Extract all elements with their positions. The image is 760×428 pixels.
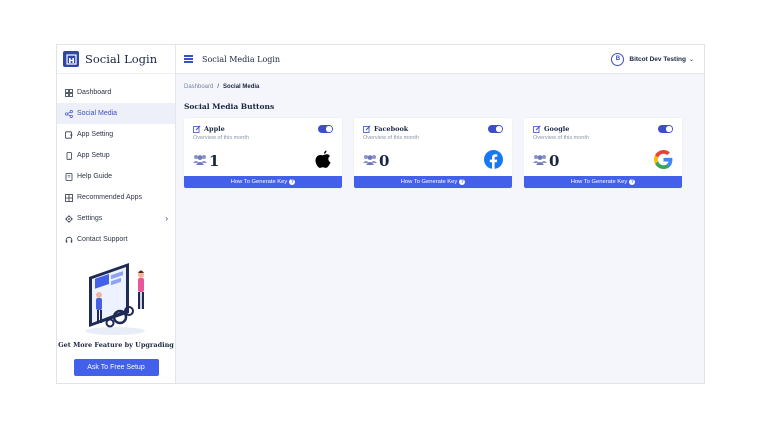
app-setting-icon <box>64 130 73 139</box>
question-icon: ? <box>629 179 636 185</box>
google-toggle[interactable] <box>658 125 673 133</box>
count-value: 0 <box>379 151 390 170</box>
card-name: Facebook <box>374 125 409 133</box>
promo-text: Get More Feature by Upgrading <box>58 341 174 349</box>
sidebar-item-label: Help Guide <box>77 173 113 180</box>
grid-icon <box>64 88 73 97</box>
sidebar-item-settings[interactable]: Settings › <box>57 208 175 229</box>
gear-icon <box>64 214 73 223</box>
share-icon <box>64 109 73 118</box>
apps-grid-icon <box>64 193 73 202</box>
breadcrumb-current: Social Media <box>223 84 260 90</box>
sidebar-nav: Dashboard Social Media App Setting App S… <box>57 82 175 250</box>
sidebar-item-label: Recommended Apps <box>77 194 142 201</box>
question-icon: ? <box>459 179 466 185</box>
chevron-down-icon: ⌄ <box>688 56 694 63</box>
facebook-logo-icon <box>484 150 503 169</box>
breadcrumb: Dashboard / Social Media <box>184 84 696 90</box>
card-apple: Apple Overview of this month 1 How To Ge… <box>184 118 342 188</box>
users-icon <box>363 152 377 170</box>
edit-icon[interactable] <box>193 125 201 133</box>
hamburger-menu-icon[interactable] <box>184 55 193 63</box>
breadcrumb-home[interactable]: Dashboard <box>184 84 213 90</box>
topbar: Social Media Login B Bitcot Dev Testing … <box>176 45 704 74</box>
sidebar: Social Login Dashboard Social Media App … <box>57 45 176 383</box>
users-icon <box>193 152 207 170</box>
sidebar-item-help-guide[interactable]: Help Guide <box>57 166 175 187</box>
google-logo-icon <box>654 150 673 169</box>
sidebar-item-label: Social Media <box>77 110 118 117</box>
brand: Social Login <box>57 45 175 74</box>
upgrade-illustration <box>85 263 145 335</box>
edit-icon[interactable] <box>363 125 371 133</box>
generate-key-button[interactable]: How To Generate Key ? <box>354 176 512 188</box>
generate-key-button[interactable]: How To Generate Key ? <box>524 176 682 188</box>
facebook-toggle[interactable] <box>488 125 503 133</box>
ask-free-setup-button[interactable]: Ask To Free Setup <box>73 359 159 376</box>
card-name: Apple <box>204 125 225 133</box>
generate-key-label: How To Generate Key <box>230 179 288 185</box>
users-icon <box>533 152 547 170</box>
card-count: 1 <box>193 152 219 170</box>
chevron-right-icon: › <box>165 214 168 223</box>
content: Dashboard / Social Media Social Media Bu… <box>176 74 704 198</box>
sidebar-item-app-setup[interactable]: App Setup <box>57 145 175 166</box>
avatar: B <box>611 52 625 66</box>
apple-toggle[interactable] <box>318 125 333 133</box>
count-value: 1 <box>209 151 220 170</box>
card-google: Google Overview of this month 0 How To G… <box>524 118 682 188</box>
card-facebook: Facebook Overview of this month 0 How To… <box>354 118 512 188</box>
sidebar-item-label: App Setup <box>77 152 110 159</box>
main-area: Social Media Login B Bitcot Dev Testing … <box>176 45 704 383</box>
question-icon: ? <box>289 179 296 185</box>
sidebar-item-app-setting[interactable]: App Setting <box>57 124 175 145</box>
app-window: Social Login Dashboard Social Media App … <box>56 44 705 384</box>
user-menu[interactable]: B Bitcot Dev Testing ⌄ <box>611 52 694 66</box>
count-value: 0 <box>549 151 560 170</box>
brand-title: Social Login <box>85 52 158 66</box>
card-subtitle: Overview of this month <box>193 135 249 141</box>
sidebar-item-label: App Setting <box>77 131 114 138</box>
edit-icon[interactable] <box>533 125 541 133</box>
card-name: Google <box>544 125 570 133</box>
apple-logo-icon <box>314 150 333 169</box>
card-count: 0 <box>533 152 559 170</box>
phone-icon <box>64 151 73 160</box>
sidebar-item-label: Contact Support <box>77 236 128 243</box>
sidebar-item-recommended-apps[interactable]: Recommended Apps <box>57 187 175 208</box>
page-title: Social Media Login <box>202 54 281 64</box>
card-subtitle: Overview of this month <box>363 135 419 141</box>
generate-key-label: How To Generate Key <box>400 179 458 185</box>
book-icon <box>64 172 73 181</box>
headset-icon <box>64 235 73 244</box>
sidebar-item-contact-support[interactable]: Contact Support <box>57 229 175 250</box>
sidebar-item-dashboard[interactable]: Dashboard <box>57 82 175 103</box>
generate-key-button[interactable]: How To Generate Key ? <box>184 176 342 188</box>
sidebar-item-social-media[interactable]: Social Media <box>57 103 175 124</box>
section-title: Social Media Buttons <box>184 102 275 111</box>
card-count: 0 <box>363 152 389 170</box>
user-name: Bitcot Dev Testing <box>629 55 686 63</box>
house-logo-icon <box>63 51 79 67</box>
social-cards: Apple Overview of this month 1 How To Ge… <box>184 118 696 188</box>
card-subtitle: Overview of this month <box>533 135 589 141</box>
sidebar-item-label: Dashboard <box>77 89 112 96</box>
upgrade-promo: Get More Feature by Upgrading Ask To Fre… <box>57 257 175 376</box>
generate-key-label: How To Generate Key <box>570 179 628 185</box>
breadcrumb-separator: / <box>217 84 220 90</box>
sidebar-item-label: Settings <box>77 215 103 222</box>
